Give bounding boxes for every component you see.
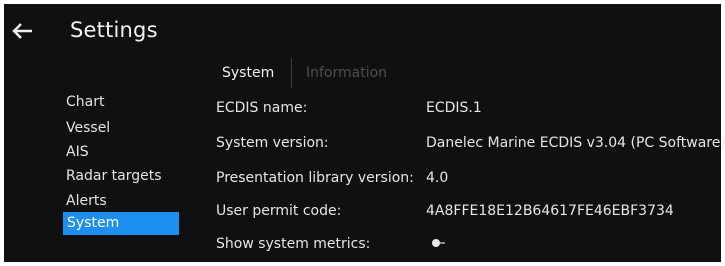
show-system-metrics-toggle[interactable] <box>432 238 450 248</box>
page-title: Settings <box>70 18 158 42</box>
show-system-metrics-label: Show system metrics: <box>216 236 371 252</box>
ecdis-name-value: ECDIS.1 <box>426 100 482 116</box>
sidebar-item-system[interactable]: System <box>63 212 179 235</box>
presentation-library-version-label: Presentation library version: <box>216 170 414 186</box>
sidebar-item-chart[interactable]: Chart <box>66 93 104 112</box>
screen: Settings System Information Chart Vessel… <box>0 0 725 266</box>
user-permit-code-value: 4A8FFE18E12B64617FE46EBF3734 <box>426 203 674 219</box>
system-version-label: System version: <box>216 135 329 151</box>
sidebar-item-alerts[interactable]: Alerts <box>66 192 107 211</box>
presentation-library-version-value: 4.0 <box>426 170 449 186</box>
system-version-value: Danelec Marine ECDIS v3.04 (PC Software) <box>426 135 725 151</box>
user-permit-code-label: User permit code: <box>216 203 342 219</box>
tab-system[interactable]: System <box>222 65 274 81</box>
tab-information[interactable]: Information <box>306 65 387 81</box>
sidebar-item-ais[interactable]: AIS <box>66 143 89 162</box>
ecdis-name-label: ECDIS name: <box>216 100 308 116</box>
sidebar-item-vessel[interactable]: Vessel <box>66 119 110 138</box>
toggle-knob <box>432 239 440 247</box>
tab-divider <box>291 58 292 88</box>
settings-panel: Settings System Information Chart Vessel… <box>4 4 725 262</box>
arrow-left-icon[interactable] <box>10 18 36 44</box>
sidebar-item-radar-targets[interactable]: Radar targets <box>66 167 162 186</box>
